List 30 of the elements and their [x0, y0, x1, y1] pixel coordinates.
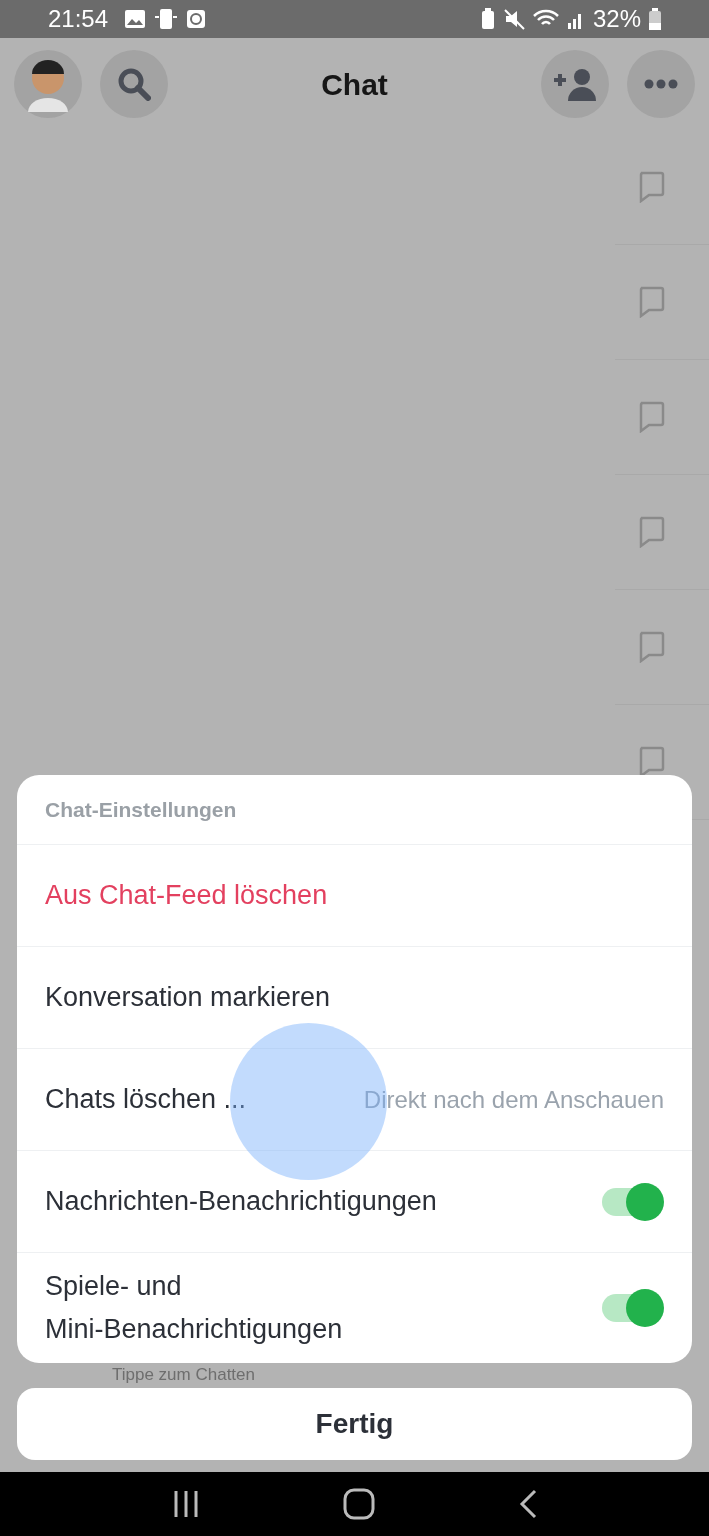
chat-icon — [637, 286, 665, 318]
back-icon — [517, 1489, 538, 1519]
more-icon — [644, 79, 678, 89]
battery-saver-icon — [480, 8, 495, 30]
chat-icon — [637, 171, 665, 203]
menu-item[interactable]: Chats löschen ... — [45, 1077, 352, 1122]
screen-title: Chat — [320, 66, 389, 103]
battery-level: 32% — [592, 4, 641, 34]
toggle-switch[interactable] — [600, 1182, 664, 1221]
sheet-title: Chat-Einstellungen — [17, 775, 692, 845]
add-person-icon — [552, 67, 598, 101]
setting-label: Nachrichten-Benachrichtigungen — [45, 1184, 438, 1218]
chat-icon — [637, 746, 665, 778]
battery-icon — [649, 8, 661, 30]
image-icon — [124, 9, 147, 29]
mute-icon — [502, 8, 525, 30]
toggle-switch[interactable] — [600, 1289, 664, 1327]
clock-icon — [186, 9, 207, 29]
setting-label: Spiele- und Mini-Benachrichtigungen — [45, 1269, 344, 1346]
chat-icon — [637, 516, 665, 548]
menu-item[interactable]: Aus Chat-Feed löschen — [45, 873, 664, 918]
home-icon — [343, 1488, 376, 1520]
status-time: 21:54 — [48, 4, 109, 34]
chat-icon — [637, 401, 665, 433]
menu-item[interactable]: Konversation markieren — [45, 975, 664, 1020]
chat-hint: Tippe zum Chatten — [112, 1366, 255, 1384]
device-icon — [154, 8, 179, 30]
done-button[interactable]: Fertig — [17, 1388, 692, 1460]
chat-icon — [637, 631, 665, 663]
search-icon — [117, 67, 151, 101]
